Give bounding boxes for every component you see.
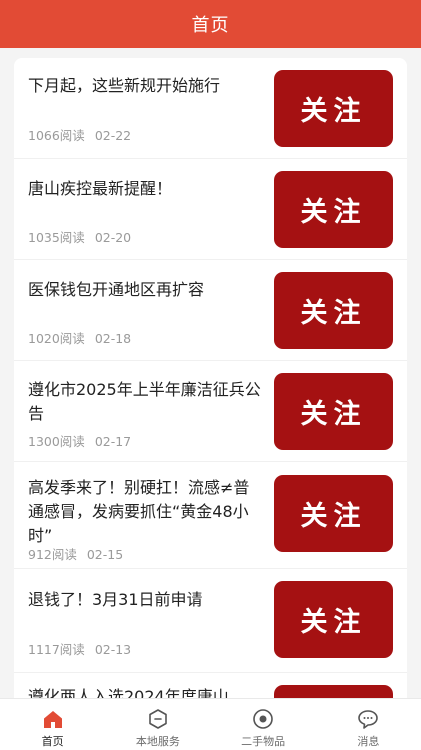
read-count: 1035阅读	[28, 230, 85, 245]
follow-button[interactable]: 关注	[274, 70, 393, 147]
follow-button[interactable]: 关注	[274, 475, 393, 552]
top-bar: 首页	[0, 0, 421, 48]
news-item[interactable]: 下月起，这些新规开始施行 1066阅读 02-22 关注	[14, 58, 407, 159]
page-title: 首页	[191, 15, 230, 36]
hexagon-icon	[149, 709, 167, 729]
follow-button[interactable]: 关注	[274, 171, 393, 248]
news-date: 02-22	[94, 128, 132, 143]
news-title[interactable]: 遵化两人入选2024年度唐山	[28, 685, 264, 698]
news-title[interactable]: 唐山疾控最新提醒！	[28, 177, 264, 201]
news-meta: 1117阅读 02-13	[28, 639, 131, 658]
news-meta: 1035阅读 02-20	[28, 227, 131, 246]
news-date: 02-20	[94, 230, 132, 245]
news-meta: 1300阅读 02-17	[28, 431, 131, 450]
news-item[interactable]: 遵化市2025年上半年廉洁征兵公告 1300阅读 02-17 关注	[14, 361, 407, 462]
news-title[interactable]: 遵化市2025年上半年廉洁征兵公告	[28, 378, 264, 426]
news-title[interactable]: 医保钱包开通地区再扩容	[28, 278, 264, 302]
follow-button[interactable]: 关注	[274, 373, 393, 450]
follow-button[interactable]: 关注	[274, 272, 393, 349]
read-count: 1300阅读	[28, 434, 85, 449]
news-meta: 1066阅读 02-22	[28, 125, 131, 144]
read-count: 1066阅读	[28, 128, 85, 143]
follow-button[interactable]: 关注	[274, 685, 393, 698]
home-icon	[43, 711, 62, 728]
news-title[interactable]: 高发季来了！别硬扛！流感≠普通感冒，发病要抓住“黄金48小时”	[28, 476, 264, 548]
read-count: 1117阅读	[28, 642, 85, 657]
eye-icon	[253, 709, 273, 729]
tab-label: 消息	[357, 735, 380, 748]
tab-label: 二手物品	[241, 735, 286, 748]
tab-label: 本地服务	[135, 735, 180, 748]
news-date: 02-18	[94, 331, 132, 346]
news-date: 02-13	[94, 642, 132, 657]
news-date: 02-17	[94, 434, 132, 449]
news-title[interactable]: 退钱了！3月31日前申请	[28, 588, 264, 612]
news-item[interactable]: 医保钱包开通地区再扩容 1020阅读 02-18 关注	[14, 260, 407, 361]
tab-home[interactable]: 首页	[0, 699, 105, 750]
news-item[interactable]: 退钱了！3月31日前申请 1117阅读 02-13 关注	[14, 569, 407, 673]
news-meta: 1020阅读 02-18	[28, 328, 131, 347]
news-title[interactable]: 下月起，这些新规开始施行	[28, 74, 264, 98]
follow-button[interactable]: 关注	[274, 581, 393, 658]
read-count: 1020阅读	[28, 331, 85, 346]
news-item[interactable]: 遵化两人入选2024年度唐山 关注	[14, 673, 407, 698]
tab-second-hand[interactable]: 二手物品	[211, 699, 316, 750]
news-item[interactable]: 唐山疾控最新提醒！ 1035阅读 02-20 关注	[14, 159, 407, 260]
bottom-tab-bar: 首页 本地服务 二手物品 消息	[0, 698, 421, 750]
news-feed[interactable]: 下月起，这些新规开始施行 1066阅读 02-22 关注 唐山疾控最新提醒！ 10…	[14, 58, 407, 698]
news-item[interactable]: 高发季来了！别硬扛！流感≠普通感冒，发病要抓住“黄金48小时” 912阅读 02-…	[14, 462, 407, 569]
news-meta: 912阅读 02-15	[28, 544, 123, 563]
tab-local-services[interactable]: 本地服务	[105, 699, 210, 750]
tab-label: 首页	[41, 735, 64, 748]
read-count: 912阅读	[28, 547, 77, 562]
chat-bubble-icon	[358, 710, 379, 729]
news-date: 02-15	[86, 547, 124, 562]
tab-messages[interactable]: 消息	[316, 699, 421, 750]
